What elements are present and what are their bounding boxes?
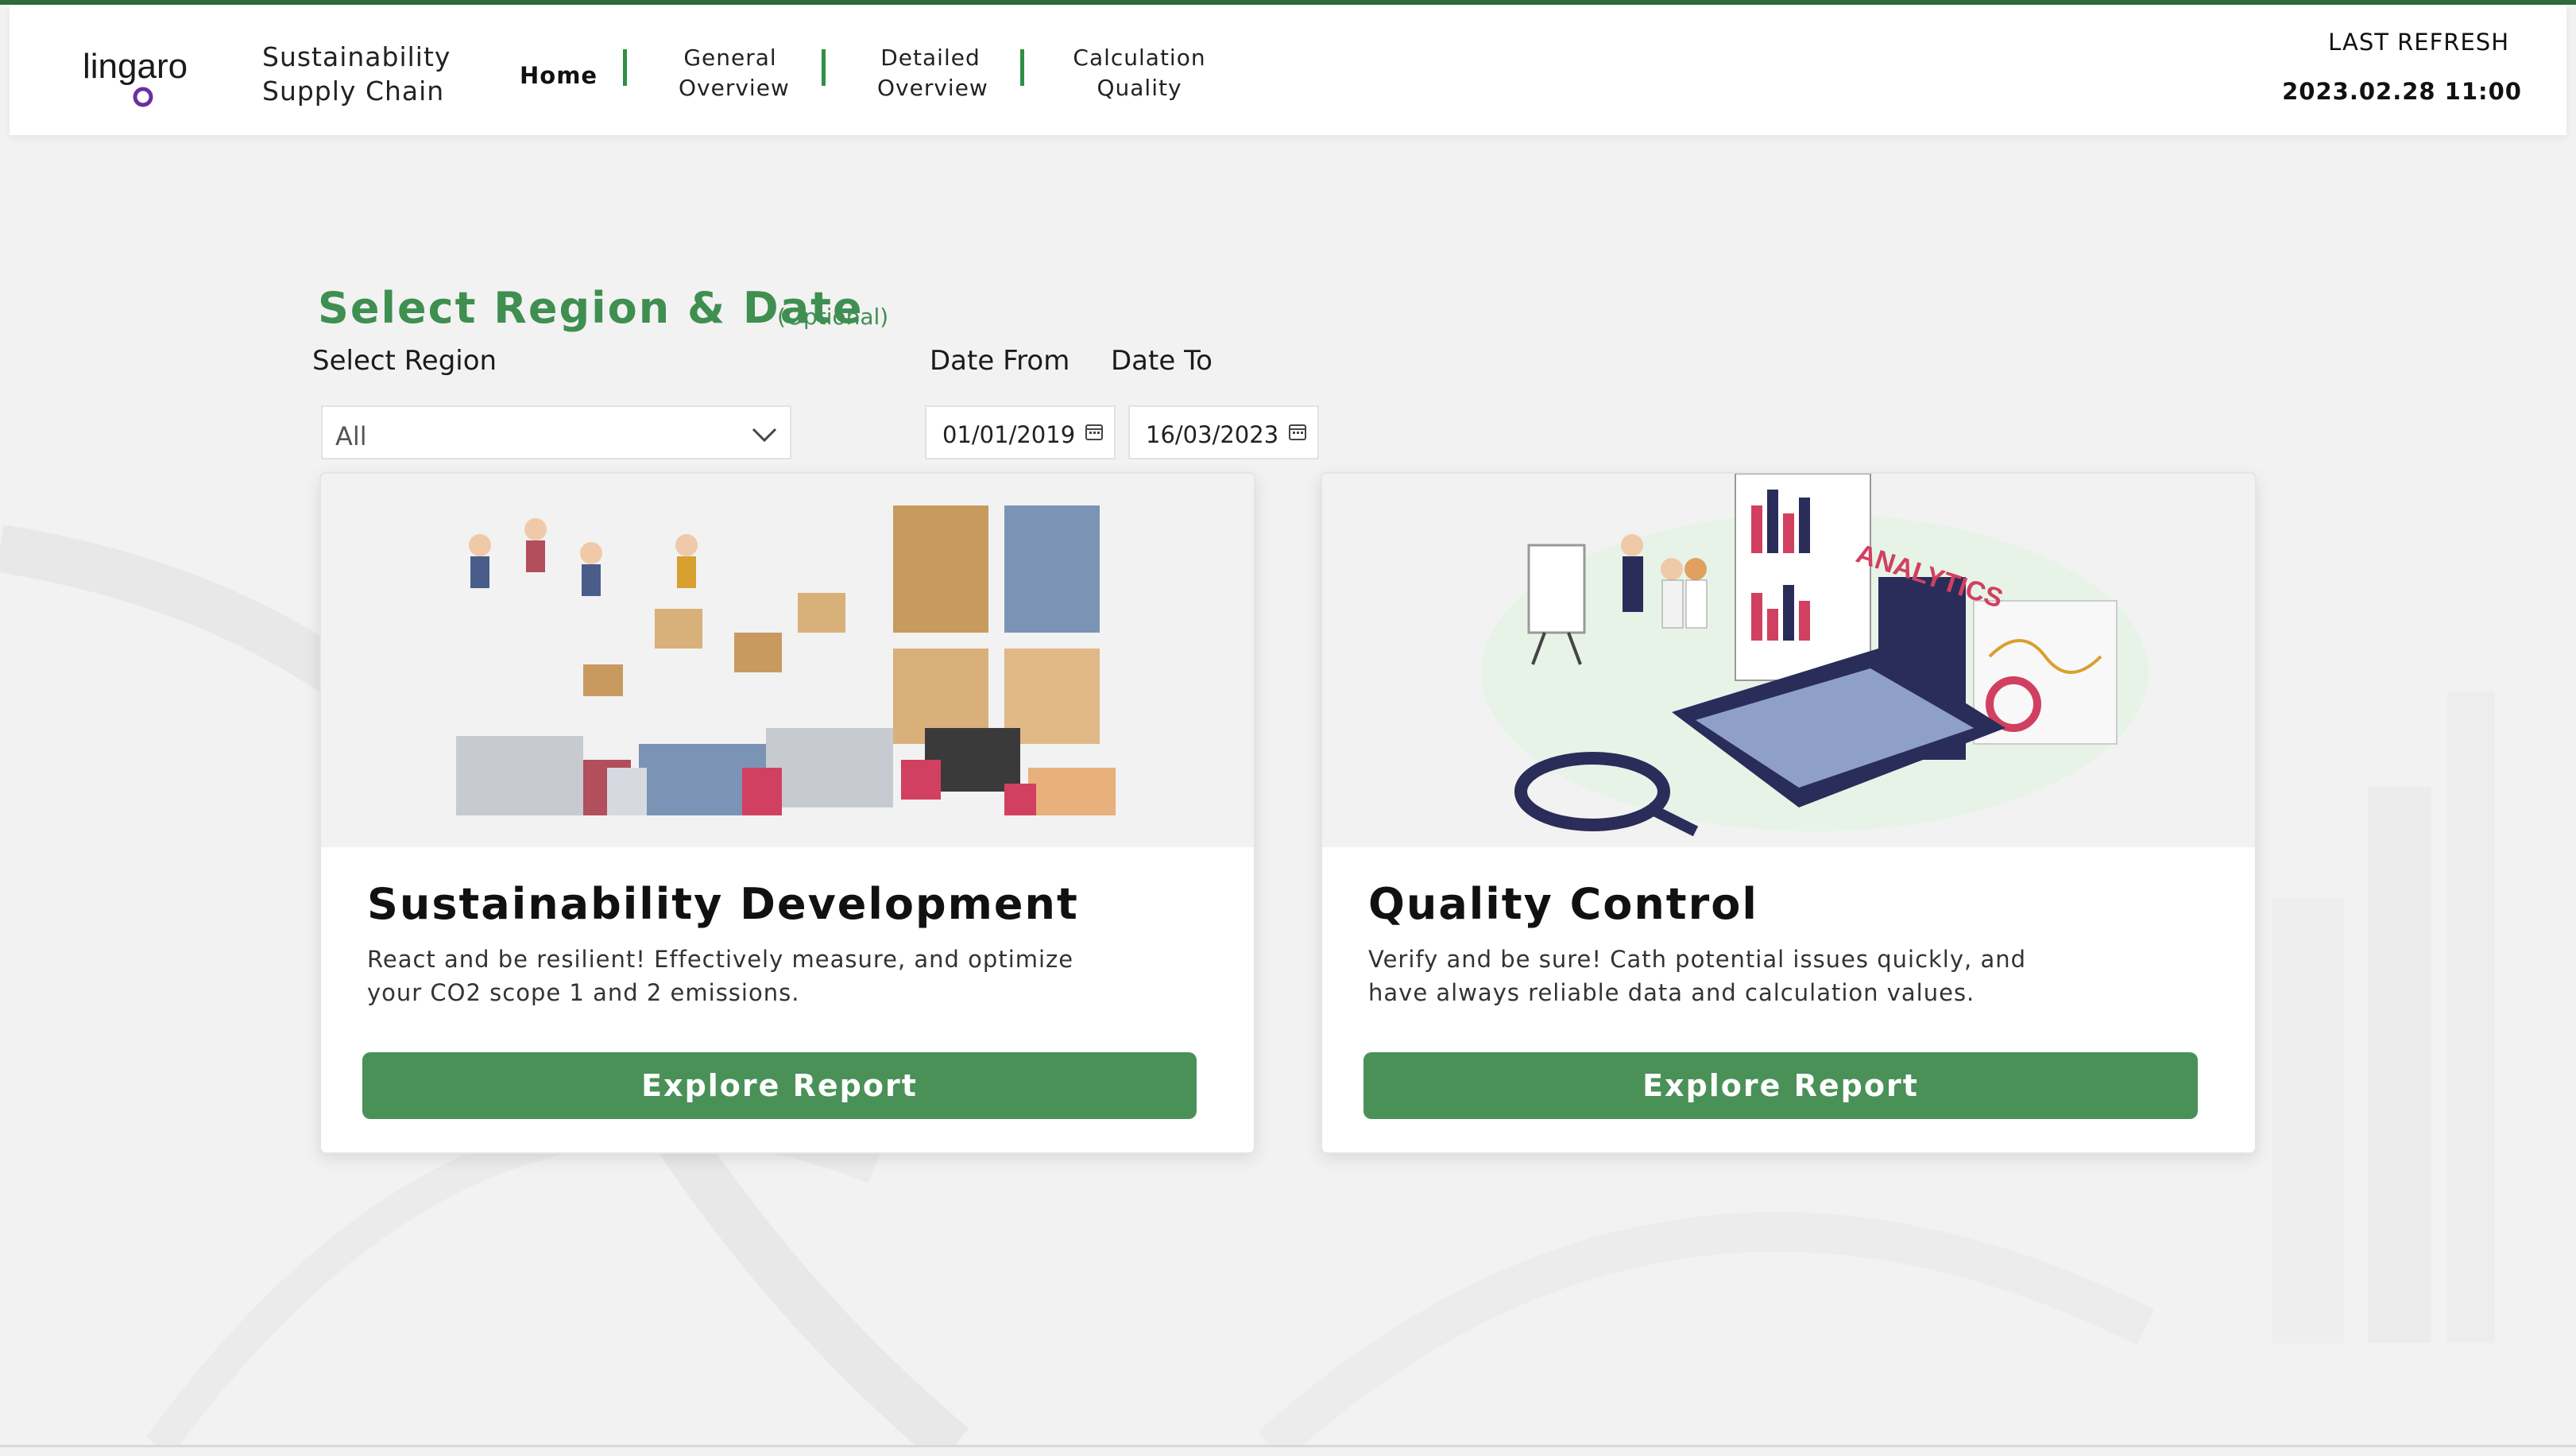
logo-text: lingaro — [83, 47, 188, 86]
calendar-icon[interactable] — [1084, 421, 1104, 442]
app-title-line2: Supply Chain — [262, 76, 445, 106]
date-to-input[interactable]: 16/03/2023 — [1128, 405, 1319, 459]
card-description-line2: have always reliable data and calculatio… — [1368, 979, 1975, 1006]
nav-calculation-quality[interactable]: Calculation Quality — [1069, 43, 1209, 103]
date-from-value: 01/01/2019 — [942, 421, 1076, 448]
nav-general-overview[interactable]: General Overview — [679, 43, 790, 103]
region-select-value: All — [335, 421, 367, 451]
chevron-down-icon — [752, 428, 777, 443]
nav-separator — [1020, 49, 1024, 86]
date-to-label: Date To — [1111, 345, 1213, 377]
explore-report-button[interactable]: Explore Report — [362, 1052, 1197, 1119]
card-description-line2: your CO2 scope 1 and 2 emissions. — [367, 979, 800, 1006]
date-from-label: Date From — [930, 345, 1070, 377]
region-label: Select Region — [312, 345, 497, 377]
calendar-icon[interactable] — [1287, 421, 1308, 442]
card-description-line1: Verify and be sure! Cath potential issue… — [1368, 946, 2027, 973]
section-optional-note: (Optional) — [777, 304, 889, 330]
explore-report-button[interactable]: Explore Report — [1363, 1052, 2198, 1119]
card-description-line1: React and be resilient! Effectively meas… — [367, 946, 1074, 973]
lingaro-logo: lingaro — [83, 47, 188, 107]
card-description: Verify and be sure! Cath potential issue… — [1368, 943, 2083, 1009]
date-to-value: 16/03/2023 — [1146, 421, 1279, 448]
nav-general-line2: Overview — [679, 75, 790, 101]
card-sustainability-development: Sustainability Development React and be … — [319, 472, 1255, 1154]
app-title: Sustainability Supply Chain — [262, 40, 451, 108]
logistics-illustration — [321, 474, 1254, 847]
card-description: React and be resilient! Effectively meas… — [367, 943, 1082, 1009]
analytics-illustration: ANALYTICS — [1322, 474, 2255, 847]
card-quality-control: ANALYTICS Quality Control Verify and be … — [1321, 472, 2257, 1154]
nav-separator — [623, 49, 627, 86]
last-refresh-label: LAST REFRESH — [2328, 29, 2509, 56]
card-title: Sustainability Development — [367, 879, 1079, 929]
date-from-input[interactable]: 01/01/2019 — [925, 405, 1116, 459]
nav-general-line1: General — [683, 45, 777, 71]
nav-detailed-line2: Overview — [877, 75, 988, 101]
bottom-divider — [0, 1445, 2576, 1447]
app-title-line1: Sustainability — [262, 41, 451, 72]
trucks — [456, 728, 1116, 815]
region-select[interactable]: All — [321, 405, 791, 459]
top-header: lingaro Sustainability Supply Chain Home… — [10, 5, 2566, 135]
nav-detailed-line1: Detailed — [880, 45, 981, 71]
nav-separator — [822, 49, 826, 86]
nav-detailed-overview[interactable]: Detailed Overview — [877, 43, 988, 103]
nav-calc-line1: Calculation — [1073, 45, 1206, 71]
logo-mark — [133, 87, 153, 107]
nav-home[interactable]: Home — [520, 62, 598, 89]
card-title: Quality Control — [1368, 879, 1758, 929]
nav-calc-line2: Quality — [1097, 75, 1182, 101]
last-refresh-value: 2023.02.28 11:00 — [2282, 78, 2522, 105]
